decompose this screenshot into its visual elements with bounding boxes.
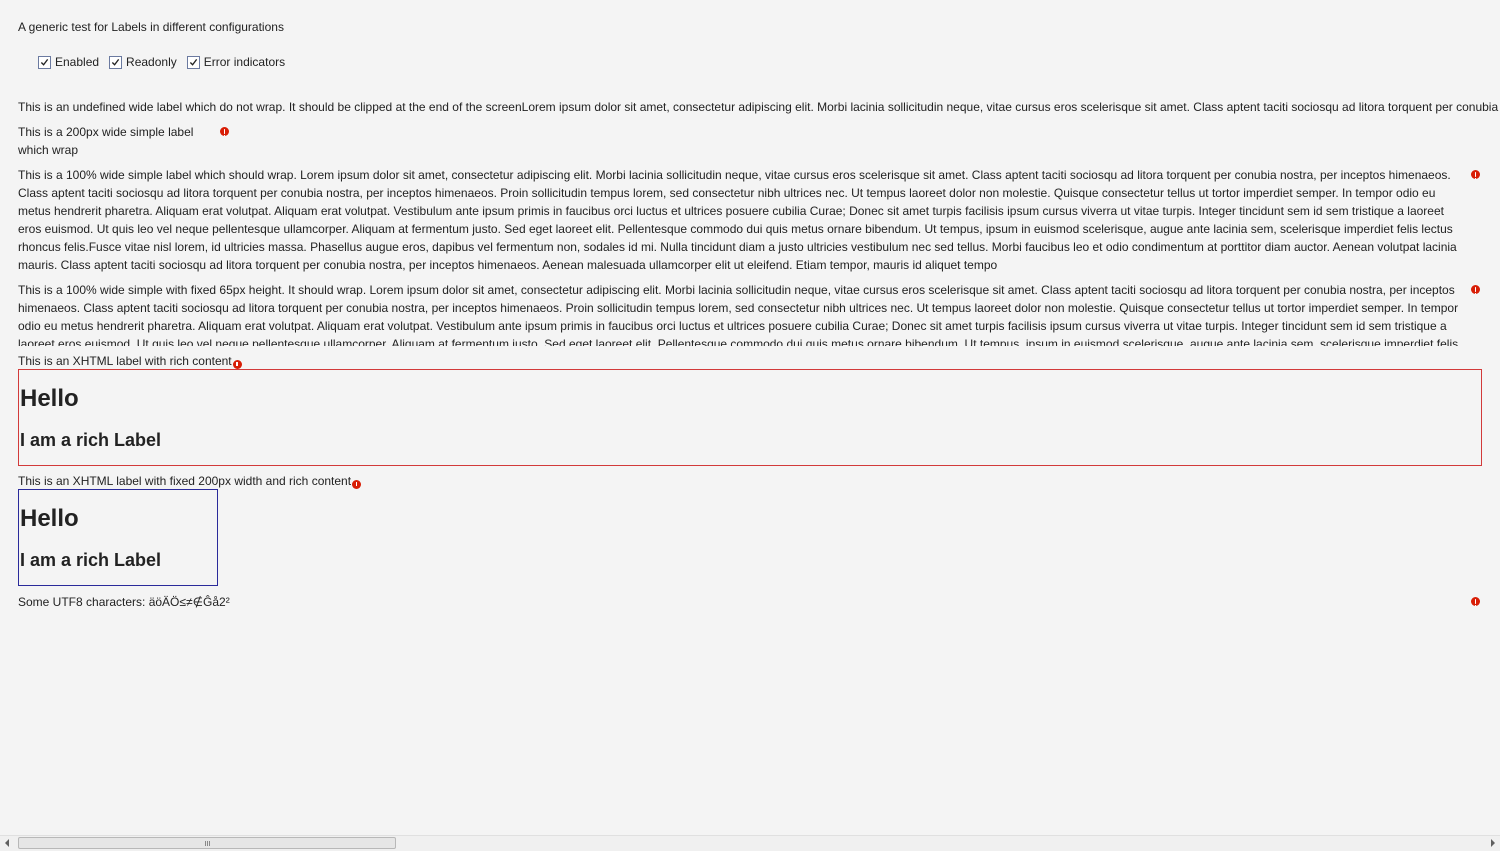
full-width-wrap-label: This is a 100% wide simple label which s… — [18, 168, 1457, 272]
readonly-checkbox[interactable]: Readonly — [109, 55, 177, 69]
error-indicator-icon — [1471, 285, 1480, 294]
test-description: A generic test for Labels in different c… — [18, 20, 284, 34]
error-indicators-checkbox-label[interactable]: Error indicators — [204, 55, 285, 69]
scrollbar-thumb[interactable] — [18, 837, 396, 849]
xhtml-label-caption-text: This is an XHTML label with rich content — [18, 354, 232, 368]
xhtml-fixed-label-caption-text: This is an XHTML label with fixed 200px … — [18, 474, 352, 488]
checkmark-icon[interactable] — [109, 55, 123, 69]
error-indicator-icon — [1471, 170, 1480, 179]
checkmark-icon[interactable] — [186, 55, 200, 69]
fixed-height-label: This is a 100% wide simple with fixed 65… — [18, 283, 1459, 346]
readonly-checkbox-label[interactable]: Readonly — [126, 55, 177, 69]
enabled-checkbox[interactable]: Enabled — [38, 55, 99, 69]
undefined-wide-label: This is an undefined wide label which do… — [18, 100, 1500, 114]
error-indicator-icon — [220, 127, 229, 136]
utf8-label: Some UTF8 characters: äöÄÖ≤≠∉Ĝå2² — [18, 595, 230, 609]
horizontal-scrollbar[interactable] — [0, 835, 1500, 851]
xhtml-fixed-rich-label: Hello I am a rich Label — [18, 489, 218, 586]
rich-label-heading: Hello — [20, 505, 79, 532]
grip-icon — [205, 841, 211, 846]
enabled-checkbox-label[interactable]: Enabled — [55, 55, 99, 69]
scroll-right-arrow-icon[interactable] — [1491, 839, 1495, 847]
xhtml-rich-label: Hello I am a rich Label — [18, 369, 1482, 466]
error-indicators-checkbox[interactable]: Error indicators — [186, 55, 285, 69]
rich-label-heading: Hello — [20, 385, 79, 412]
fixed-200px-label: This is a 200px wide simple label which … — [18, 125, 194, 157]
xhtml-label-caption: This is an XHTML label with rich content — [18, 352, 242, 370]
error-indicator-icon — [232, 359, 242, 369]
rich-label-subheading: I am a rich Label — [20, 550, 162, 570]
error-indicator-icon — [1471, 597, 1480, 606]
scroll-left-arrow-icon[interactable] — [5, 839, 9, 847]
checkmark-icon[interactable] — [38, 55, 51, 69]
error-indicator-icon — [352, 479, 362, 489]
options-checkbox-row: Enabled Readonly Error indicators — [38, 55, 295, 69]
xhtml-fixed-label-caption: This is an XHTML label with fixed 200px … — [18, 472, 362, 490]
rich-label-subheading: I am a rich Label — [20, 430, 162, 450]
